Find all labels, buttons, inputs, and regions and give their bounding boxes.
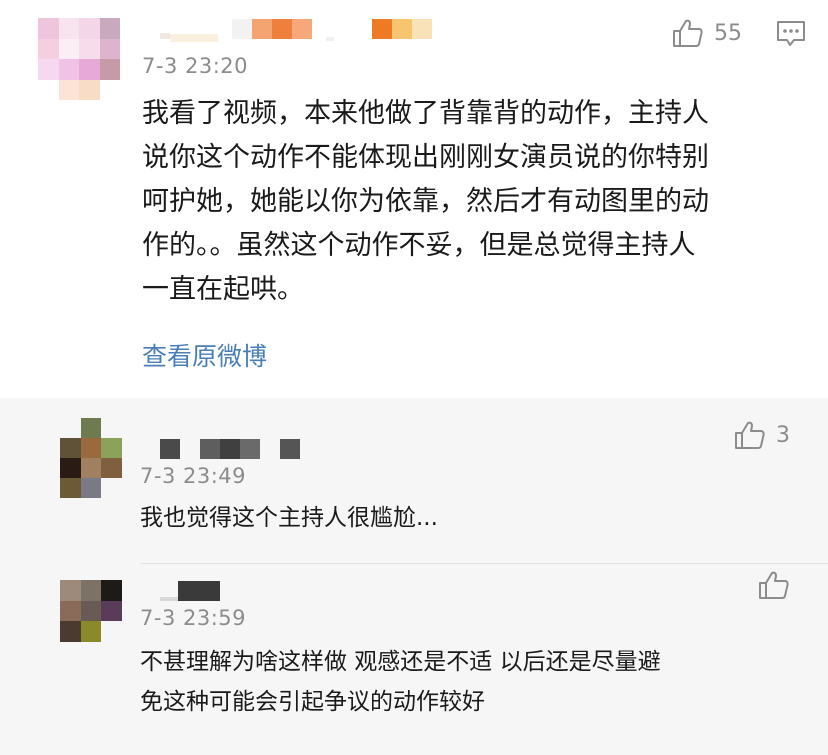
comment-line: 作的。。虽然这个动作不妥，但是总觉得主持人 [142,230,696,261]
thumbs-up-icon [673,19,703,47]
comment-content: 我看了视频，本来他做了背靠背的动作，主持人 说你这个动作不能体现出刚刚女演员说的… [142,92,709,312]
reply-line: 不甚理解为啥这样做 观感还是不适 以后还是尽量避 [140,649,661,675]
comment-line: 说你这个动作不能体现出刚刚女演员说的你特别 [142,142,709,173]
thumbs-up-icon [735,421,765,449]
comment-line: 我看了视频，本来他做了背靠背的动作，主持人 [142,98,709,129]
comment-line: 一直在起哄。 [142,274,304,305]
like-count: 3 [776,422,790,448]
like-count: 55 [714,20,742,46]
reply-line: 我也觉得这个主持人很尴尬... [140,505,438,531]
username-blurred[interactable] [160,580,220,602]
comment-bubble-icon [777,21,805,46]
reply-time: 7-3 23:49 [140,464,246,488]
reply-time: 7-3 23:59 [140,606,246,630]
username-blurred[interactable] [160,16,432,42]
avatar[interactable] [38,18,120,100]
like-button[interactable]: 3 [734,420,790,450]
view-original-weibo-link[interactable]: 查看原微博 [142,337,267,373]
reply-content: 不甚理解为啥这样做 观感还是不适 以后还是尽量避 免这种可能会引起争议的动作较好 [140,642,661,722]
comment-button[interactable] [776,20,806,52]
avatar[interactable] [60,418,122,498]
main-comment: 7-3 23:20 55 我看了视频，本来他做了背靠背的动作，主持人 说你这个动… [0,0,828,398]
replies-section: 7-3 23:49 3 我也觉得这个主持人很尴尬... 7-3 23:59 不甚… [0,398,828,755]
avatar[interactable] [60,580,122,642]
thumbs-up-icon [759,571,789,599]
username-blurred[interactable] [160,438,300,460]
reply-divider [140,563,828,564]
like-button[interactable] [758,570,790,600]
comment-time: 7-3 23:20 [142,54,248,78]
reply-content: 我也觉得这个主持人很尴尬... [140,498,438,538]
like-button[interactable]: 55 [672,18,742,48]
comment-line: 呵护她，她能以你为依靠，然后才有动图里的动 [142,186,709,217]
reply-line: 免这种可能会引起争议的动作较好 [140,689,485,715]
